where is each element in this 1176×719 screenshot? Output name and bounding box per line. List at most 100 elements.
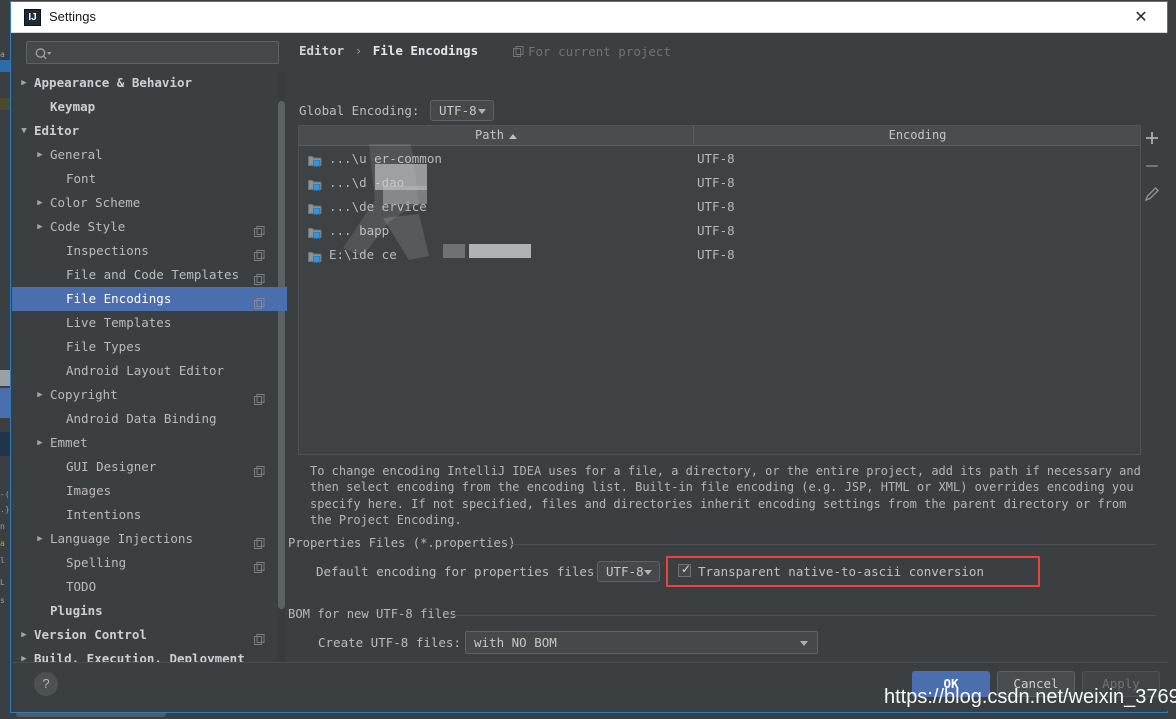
watermark: https://blog.csdn.net/weixin_37693944 xyxy=(884,686,1176,708)
sidebar-item-android-layout-editor[interactable]: Android Layout Editor xyxy=(12,359,287,383)
sidebar-item-label: File Encodings xyxy=(66,291,172,306)
sidebar-item-font[interactable]: Font xyxy=(12,167,287,191)
background-right-strip xyxy=(1170,0,1176,719)
table-header: Path Encoding xyxy=(299,126,1140,146)
sidebar-item-intentions[interactable]: Intentions xyxy=(12,503,287,527)
sidebar-item-file-and-code-templates[interactable]: File and Code Templates xyxy=(12,263,287,287)
sidebar-item-general[interactable]: ▶ General xyxy=(12,143,287,167)
default-properties-encoding-combo[interactable]: UTF-8 xyxy=(597,561,660,582)
table-cell-encoding[interactable]: UTF-8 xyxy=(697,195,735,219)
add-path-button[interactable] xyxy=(1141,127,1163,149)
bom-section-divider xyxy=(453,615,1156,616)
sidebar-item-version-control[interactable]: ▶ Version Control xyxy=(12,623,287,647)
intellij-icon: IJ xyxy=(24,9,41,26)
chevron-right-icon[interactable]: ▶ xyxy=(18,71,30,95)
table-cell-path: ...\d -dao xyxy=(329,175,405,190)
copy-scope-icon xyxy=(254,533,265,549)
table-cell-encoding[interactable]: UTF-8 xyxy=(697,243,735,267)
copy-scope-icon xyxy=(513,45,524,60)
sidebar-item-appearance-behavior[interactable]: ▶ Appearance & Behavior xyxy=(12,71,287,95)
sidebar-item-emmet[interactable]: ▶ Emmet xyxy=(12,431,287,455)
folder-module-icon xyxy=(308,200,322,215)
sidebar-item-label: Editor xyxy=(34,123,80,138)
chevron-right-icon[interactable]: ▶ xyxy=(34,191,46,215)
settings-dialog: IJ Settings ✕ ▶ Appearance & Behavior Keym… xyxy=(10,1,1168,713)
remove-path-button[interactable] xyxy=(1141,155,1163,177)
transparent-conversion-label[interactable]: Transparent native-to-ascii conversion xyxy=(698,564,984,580)
column-header-path-label: Path xyxy=(475,128,504,142)
chevron-right-icon[interactable]: ▶ xyxy=(34,143,46,167)
table-cell-encoding[interactable]: UTF-8 xyxy=(697,219,735,243)
breadcrumb-parent[interactable]: Editor xyxy=(299,43,344,58)
chevron-right-icon[interactable]: ▶ xyxy=(18,647,30,663)
close-icon[interactable]: ✕ xyxy=(1121,6,1161,30)
sidebar-item-editor[interactable]: ▼ Editor xyxy=(12,119,287,143)
search-input[interactable] xyxy=(26,41,279,64)
copy-scope-icon xyxy=(254,389,265,405)
sidebar-item-android-data-binding[interactable]: Android Data Binding xyxy=(12,407,287,431)
default-properties-encoding-value: UTF-8 xyxy=(606,564,644,579)
sidebar-item-plugins[interactable]: Plugins xyxy=(12,599,287,623)
sidebar-item-inspections[interactable]: Inspections xyxy=(12,239,287,263)
sidebar-item-label: Code Style xyxy=(50,219,126,234)
help-button[interactable]: ? xyxy=(34,672,58,696)
sidebar-item-label: Android Data Binding xyxy=(66,411,217,426)
chevron-right-icon[interactable]: ▶ xyxy=(34,383,46,407)
table-row[interactable]: ... bapp UTF-8 xyxy=(299,219,1140,243)
sidebar-item-label: GUI Designer xyxy=(66,459,157,474)
sidebar-item-label: Copyright xyxy=(50,387,118,402)
global-encoding-value: UTF-8 xyxy=(439,103,477,118)
create-utf8-files-combo[interactable]: with NO BOM xyxy=(465,631,818,654)
global-encoding-label: Global Encoding: xyxy=(299,103,420,118)
sidebar-item-label: Appearance & Behavior xyxy=(34,75,193,90)
settings-tree: ▶ Appearance & Behavior Keymap ▼ Editor ▶ Gene… xyxy=(12,71,287,663)
table-row[interactable]: ...\d -dao UTF-8 xyxy=(299,171,1140,195)
sidebar-item-live-templates[interactable]: Live Templates xyxy=(12,311,287,335)
table-row[interactable]: E:\ide ce UTF-8 xyxy=(299,243,1140,267)
table-row[interactable]: ...\u er-common UTF-8 xyxy=(299,147,1140,171)
settings-main-panel: Editor › File Encodings For current proj… xyxy=(288,33,1168,676)
chevron-right-icon[interactable]: ▶ xyxy=(34,527,46,551)
sidebar-item-code-style[interactable]: ▶ Code Style xyxy=(12,215,287,239)
sidebar-item-todo[interactable]: TODO xyxy=(12,575,287,599)
transparent-conversion-checkbox[interactable]: ✓ xyxy=(678,563,691,577)
table-toolbar xyxy=(1141,125,1163,455)
table-cell-encoding[interactable]: UTF-8 xyxy=(697,147,735,171)
column-header-path[interactable]: Path xyxy=(299,126,694,145)
edit-path-button[interactable] xyxy=(1141,183,1163,205)
breadcrumb: Editor › File Encodings xyxy=(299,43,478,58)
sidebar-item-copyright[interactable]: ▶ Copyright xyxy=(12,383,287,407)
sidebar-item-color-scheme[interactable]: ▶ Color Scheme xyxy=(12,191,287,215)
bom-section-title: BOM for new UTF-8 files xyxy=(288,607,457,621)
search-icon xyxy=(34,46,54,60)
sidebar-item-language-injections[interactable]: ▶ Language Injections xyxy=(12,527,287,551)
sidebar-item-images[interactable]: Images xyxy=(12,479,287,503)
chevron-right-icon[interactable]: ▶ xyxy=(34,215,46,239)
column-header-encoding[interactable]: Encoding xyxy=(694,126,1141,145)
folder-module-icon xyxy=(308,152,322,167)
folder-module-icon xyxy=(308,248,322,263)
sidebar-item-label: File Types xyxy=(66,339,142,354)
dialog-title: Settings xyxy=(49,9,96,24)
chevron-right-icon[interactable]: ▶ xyxy=(34,431,46,455)
sidebar-item-keymap[interactable]: Keymap xyxy=(12,95,287,119)
chevron-right-icon[interactable]: ▶ xyxy=(18,623,30,647)
table-cell-encoding[interactable]: UTF-8 xyxy=(697,171,735,195)
sidebar-item-label: Live Templates xyxy=(66,315,172,330)
sidebar-item-spelling[interactable]: Spelling xyxy=(12,551,287,575)
dialog-titlebar: IJ Settings ✕ xyxy=(11,2,1167,33)
sidebar-item-file-encodings[interactable]: File Encodings xyxy=(12,287,287,311)
sidebar-item-build-execution-deployment[interactable]: ▶ Build, Execution, Deployment xyxy=(12,647,287,663)
sidebar-item-label: Images xyxy=(66,483,112,498)
copy-scope-icon xyxy=(254,461,265,477)
sidebar-item-label: Build, Execution, Deployment xyxy=(34,651,245,663)
sidebar-item-label: Version Control xyxy=(34,627,147,642)
sidebar-item-gui-designer[interactable]: GUI Designer xyxy=(12,455,287,479)
create-utf8-files-label: Create UTF-8 files: xyxy=(318,635,461,650)
chevron-down-icon[interactable]: ▼ xyxy=(18,119,30,143)
sidebar-item-file-types[interactable]: File Types xyxy=(12,335,287,359)
sidebar-item-label: Color Scheme xyxy=(50,195,141,210)
global-encoding-combo[interactable]: UTF-8 xyxy=(430,100,494,121)
sidebar-item-label: Intentions xyxy=(66,507,142,522)
table-row[interactable]: ...\de ervice UTF-8 xyxy=(299,195,1140,219)
